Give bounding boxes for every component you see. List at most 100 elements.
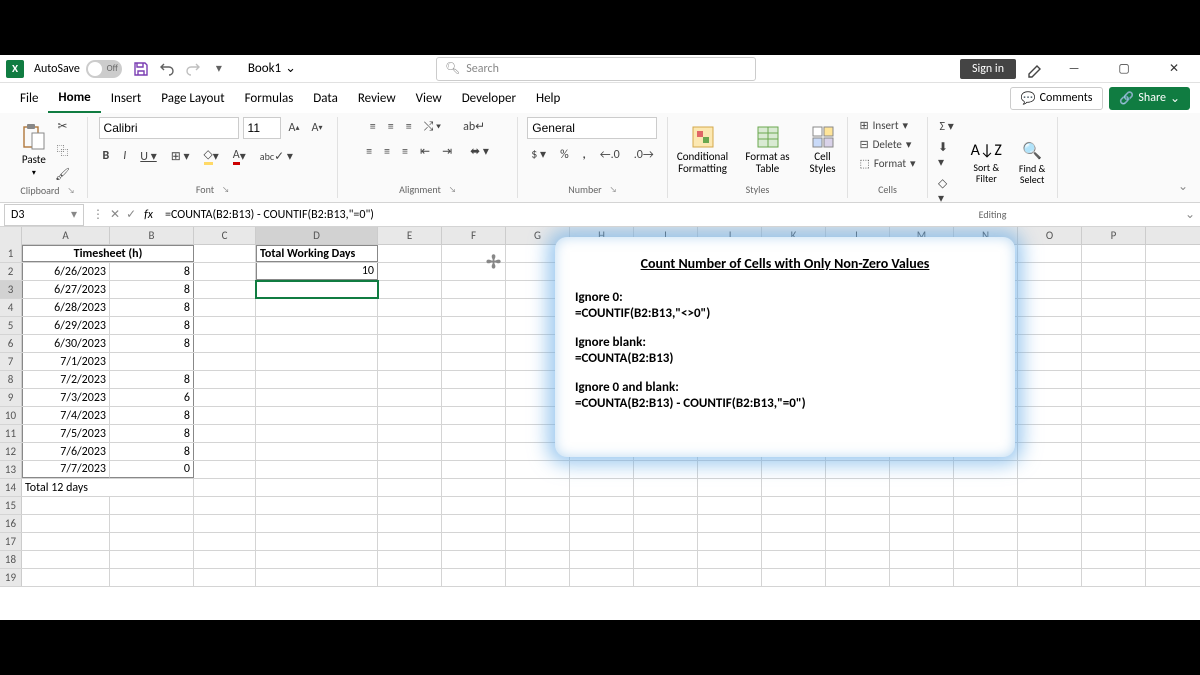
cell[interactable] — [194, 443, 256, 460]
cell[interactable] — [634, 461, 698, 478]
cell[interactable] — [634, 515, 698, 532]
format-as-table-button[interactable]: Format as Table — [743, 125, 793, 175]
increase-font-icon[interactable]: A▴ — [285, 119, 304, 137]
cell[interactable]: Total 12 days — [22, 479, 194, 496]
cell[interactable] — [1082, 245, 1146, 262]
cell[interactable] — [1018, 461, 1082, 478]
cell[interactable] — [698, 497, 762, 514]
col-header[interactable]: P — [1082, 227, 1146, 244]
cell[interactable] — [1082, 461, 1146, 478]
cell[interactable] — [442, 281, 506, 298]
cell[interactable] — [1018, 281, 1082, 298]
format-painter-icon[interactable]: 🖌 — [51, 165, 74, 184]
row-header[interactable]: 10 — [0, 407, 22, 424]
tab-insert[interactable]: Insert — [101, 85, 152, 112]
cell[interactable] — [634, 569, 698, 586]
cell[interactable] — [1018, 245, 1082, 262]
orientation-icon[interactable]: ⤭ ▾ — [420, 117, 445, 136]
cell[interactable] — [570, 497, 634, 514]
cell[interactable] — [378, 335, 442, 352]
minimize-button[interactable]: — — [1054, 55, 1094, 83]
expand-formula-bar-icon[interactable]: ⌄ — [1180, 207, 1200, 222]
cell[interactable] — [762, 479, 826, 496]
cell[interactable]: 6 — [110, 389, 194, 406]
cell[interactable] — [954, 461, 1018, 478]
cell[interactable] — [378, 353, 442, 370]
cell[interactable] — [378, 245, 442, 262]
cell[interactable] — [256, 479, 378, 496]
col-header[interactable]: D — [256, 227, 378, 244]
cell[interactable] — [1018, 551, 1082, 568]
cell[interactable] — [634, 479, 698, 496]
cell[interactable] — [442, 515, 506, 532]
row-header[interactable]: 2 — [0, 263, 22, 280]
cell[interactable]: 6/28/2023 — [22, 299, 110, 316]
tab-home[interactable]: Home — [48, 84, 100, 113]
decrease-indent-icon[interactable]: ⇤ — [416, 142, 434, 161]
align-bottom-icon[interactable]: ≡ — [402, 117, 416, 136]
cell[interactable] — [954, 515, 1018, 532]
phonetic-button[interactable]: abc✓ ▾ — [256, 147, 297, 166]
cell[interactable] — [194, 353, 256, 370]
cell[interactable] — [194, 335, 256, 352]
cell[interactable] — [442, 317, 506, 334]
cell[interactable] — [1082, 569, 1146, 586]
cell[interactable] — [954, 533, 1018, 550]
cell[interactable] — [698, 479, 762, 496]
align-center-icon[interactable]: ≡ — [380, 142, 394, 161]
tab-page-layout[interactable]: Page Layout — [151, 85, 234, 112]
cell[interactable] — [1082, 299, 1146, 316]
cell[interactable] — [762, 533, 826, 550]
cell[interactable] — [194, 299, 256, 316]
cell[interactable] — [1082, 533, 1146, 550]
cell[interactable] — [890, 479, 954, 496]
cell[interactable] — [890, 497, 954, 514]
cell[interactable]: 8 — [110, 263, 194, 280]
align-middle-icon[interactable]: ≡ — [384, 117, 398, 136]
dialog-launcher-icon[interactable]: ↘ — [449, 185, 456, 195]
cancel-formula-icon[interactable]: ✕ — [110, 207, 120, 222]
cell[interactable] — [194, 425, 256, 442]
cell[interactable] — [442, 551, 506, 568]
cell[interactable] — [762, 515, 826, 532]
cell[interactable] — [570, 461, 634, 478]
cell[interactable] — [194, 371, 256, 388]
cell[interactable]: 6/29/2023 — [22, 317, 110, 334]
decrease-decimal-icon[interactable]: .0→ — [630, 145, 658, 164]
qat-dropdown-icon[interactable]: ▾ — [210, 60, 228, 78]
cell[interactable] — [442, 353, 506, 370]
cell[interactable]: 7/4/2023 — [22, 407, 110, 424]
cell[interactable] — [698, 533, 762, 550]
cell[interactable] — [22, 515, 110, 532]
col-header[interactable]: C — [194, 227, 256, 244]
cell[interactable] — [890, 533, 954, 550]
cell[interactable] — [110, 497, 194, 514]
cell[interactable] — [506, 551, 570, 568]
cell[interactable] — [378, 569, 442, 586]
cell[interactable] — [1082, 263, 1146, 280]
cell[interactable]: 8 — [110, 425, 194, 442]
cell[interactable] — [110, 569, 194, 586]
format-cells-button[interactable]: ⬚ Format ▾ — [855, 155, 919, 172]
insert-cells-button[interactable]: ⊞ Insert ▾ — [855, 117, 919, 134]
cell[interactable] — [256, 299, 378, 316]
cell[interactable] — [442, 533, 506, 550]
paste-button[interactable]: Paste ▾ — [21, 123, 47, 178]
cell[interactable] — [698, 515, 762, 532]
cell[interactable] — [698, 551, 762, 568]
align-left-icon[interactable]: ≡ — [362, 142, 376, 161]
close-button[interactable]: ✕ — [1154, 55, 1194, 83]
cell[interactable] — [570, 569, 634, 586]
cell[interactable] — [826, 461, 890, 478]
select-all-corner[interactable] — [0, 227, 22, 245]
font-size-select[interactable] — [243, 117, 281, 139]
cell[interactable] — [570, 533, 634, 550]
cell[interactable]: 8 — [110, 281, 194, 298]
cell[interactable] — [1082, 389, 1146, 406]
cell[interactable]: 0 — [110, 461, 194, 478]
cell[interactable] — [22, 569, 110, 586]
cell[interactable] — [954, 551, 1018, 568]
collapse-ribbon-icon[interactable]: ⌄ — [1174, 117, 1192, 198]
cell[interactable] — [442, 479, 506, 496]
cell[interactable] — [378, 551, 442, 568]
